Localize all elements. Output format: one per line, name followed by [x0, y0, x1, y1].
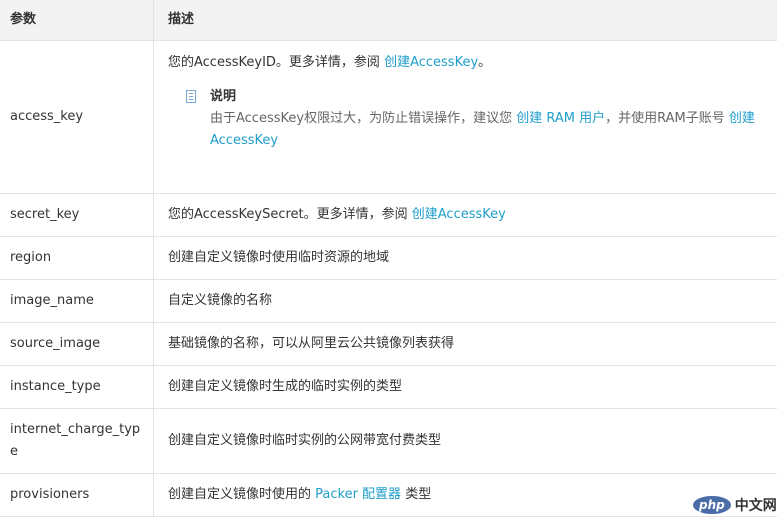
desc-text-post: 类型	[401, 487, 432, 502]
parameter-table: 参数 描述 access_key 您的AccessKeyID。更多详情，参阅 创…	[0, 0, 777, 517]
packer-provisioner-link[interactable]: Packer 配置器	[315, 487, 401, 502]
note-icon	[186, 90, 196, 103]
desc-text-post: 。	[478, 55, 492, 70]
param-cell: region	[0, 236, 154, 280]
header-row: 参数 描述	[0, 0, 777, 41]
desc-cell: 您的AccessKeySecret。更多详情，参阅 创建AccessKey	[153, 193, 777, 237]
desc-cell: 创建自定义镜像时使用临时资源的地域	[153, 236, 777, 280]
table-row: access_key 您的AccessKeyID。更多详情，参阅 创建Acces…	[0, 40, 777, 194]
note-text-mid: ，并使用RAM子账号	[605, 111, 729, 126]
param-cell: instance_type	[0, 365, 154, 409]
desc-cell: 基础镜像的名称，可以从阿里云公共镜像列表获得	[153, 322, 777, 366]
param-cell: source_image	[0, 322, 154, 366]
header-param: 参数	[0, 0, 154, 41]
note-body: 由于AccessKey权限过大，为防止错误操作，建议您 创建 RAM 用户，并使…	[210, 108, 767, 152]
table-row: internet_charge_type 创建自定义镜像时临时实例的公网带宽付费…	[0, 408, 777, 474]
watermark-text: 中文网	[734, 498, 777, 514]
header-desc: 描述	[153, 0, 777, 41]
desc-cell: 自定义镜像的名称	[153, 279, 777, 323]
desc-cell: 您的AccessKeyID。更多详情，参阅 创建AccessKey。 说明 由于…	[153, 40, 777, 194]
param-cell: access_key	[0, 40, 154, 194]
desc-cell: 创建自定义镜像时生成的临时实例的类型	[153, 365, 777, 409]
table-row: source_image 基础镜像的名称，可以从阿里云公共镜像列表获得	[0, 322, 777, 366]
table-row: provisioners 创建自定义镜像时使用的 Packer 配置器 类型	[0, 473, 777, 517]
table-row: region 创建自定义镜像时使用临时资源的地域	[0, 236, 777, 280]
create-accesskey-link[interactable]: 创建AccessKey	[412, 207, 506, 222]
table-row: image_name 自定义镜像的名称	[0, 279, 777, 323]
param-cell: image_name	[0, 279, 154, 323]
desc-text-pre: 您的AccessKeyID。更多详情，参阅	[168, 55, 385, 70]
desc-text-pre: 您的AccessKeySecret。更多详情，参阅	[168, 207, 412, 222]
table-row: secret_key 您的AccessKeySecret。更多详情，参阅 创建A…	[0, 193, 777, 237]
table-row: instance_type 创建自定义镜像时生成的临时实例的类型	[0, 365, 777, 409]
param-text: internet_charge_type	[10, 422, 141, 459]
note-title: 说明	[210, 89, 237, 104]
note-box: 说明 由于AccessKey权限过大，为防止错误操作，建议您 创建 RAM 用户…	[168, 86, 767, 152]
php-logo: php	[693, 496, 731, 514]
desc-text: 您的AccessKeyID。更多详情，参阅 创建AccessKey。	[168, 52, 767, 74]
param-cell: provisioners	[0, 473, 154, 517]
desc-text-pre: 创建自定义镜像时使用的	[168, 487, 316, 502]
param-cell: secret_key	[0, 193, 154, 237]
php-cn-watermark: php 中文网	[693, 493, 777, 517]
desc-cell: 创建自定义镜像时临时实例的公网带宽付费类型	[153, 408, 777, 474]
create-accesskey-link[interactable]: 创建AccessKey	[384, 55, 478, 70]
create-ram-user-link[interactable]: 创建 RAM 用户	[516, 111, 605, 126]
param-cell: internet_charge_type	[0, 408, 154, 474]
desc-cell: 创建自定义镜像时使用的 Packer 配置器 类型	[153, 473, 777, 517]
note-text-pre: 由于AccessKey权限过大，为防止错误操作，建议您	[210, 111, 517, 126]
